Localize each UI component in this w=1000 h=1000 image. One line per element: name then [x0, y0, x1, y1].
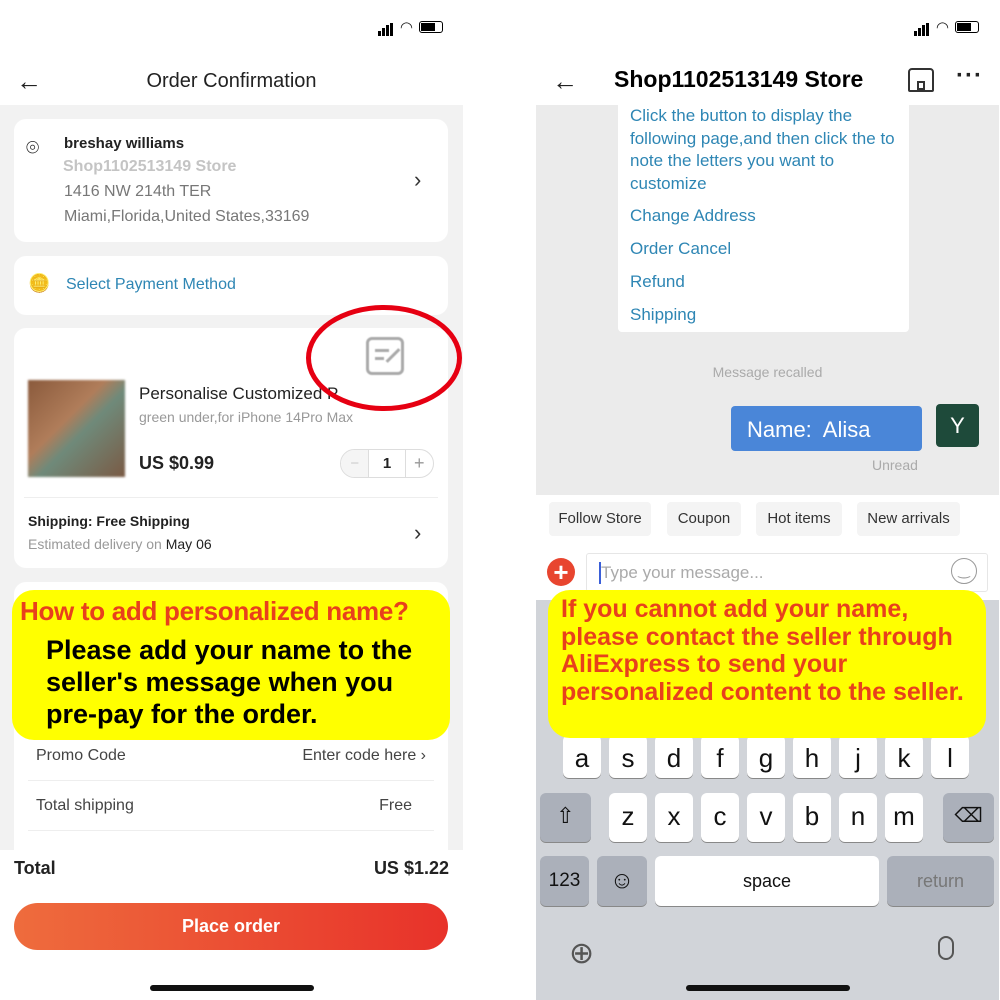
change-address-link[interactable]: Change Address	[630, 206, 756, 226]
home-indicator	[150, 985, 314, 991]
shipping-title: Shipping: Free Shipping	[28, 513, 190, 529]
sent-message-bubble: Name: Alisa	[731, 406, 922, 451]
callout-body: Please add your name to the seller's mes…	[46, 635, 413, 729]
home-indicator	[686, 985, 850, 991]
shift-key[interactable]: ⇧	[540, 793, 591, 842]
address-card[interactable]: ⌾ breshay williams Shop1102513149 Store …	[14, 119, 448, 242]
quantity-stepper[interactable]: − 1 +	[340, 449, 434, 478]
quantity-value[interactable]: 1	[368, 450, 406, 477]
order-confirmation-screen: ◠ ← Order Confirmation ⌾ breshay william…	[0, 0, 463, 1000]
decrease-button[interactable]: −	[341, 450, 369, 477]
backspace-key[interactable]: ⌫	[943, 793, 994, 842]
shipping-link[interactable]: Shipping	[630, 305, 696, 325]
signal-icon	[913, 18, 930, 36]
instruction-callout: If you cannot add your name, please cont…	[548, 590, 986, 738]
avatar[interactable]: Y	[936, 404, 979, 447]
microphone-icon[interactable]	[938, 936, 954, 960]
more-options-icon[interactable]: ···	[956, 62, 983, 90]
location-pin-icon: ⌾	[26, 135, 40, 160]
delivery-estimate-label: Estimated delivery on	[28, 536, 166, 552]
read-status: Unread	[872, 457, 918, 473]
key-k[interactable]: k	[885, 735, 923, 778]
key-a[interactable]: a	[563, 735, 601, 778]
address-line1: 1416 NW 214th TER	[64, 183, 212, 200]
wifi-icon: ◠	[399, 19, 413, 36]
status-bar: ◠	[377, 18, 443, 36]
total-value: US $1.22	[373, 858, 449, 878]
battery-icon	[419, 21, 443, 33]
key-s[interactable]: s	[609, 735, 647, 778]
key-d[interactable]: d	[655, 735, 693, 778]
coupon-chip[interactable]: Coupon	[667, 502, 741, 536]
new-arrivals-chip[interactable]: New arrivals	[857, 502, 960, 536]
place-order-button[interactable]: Place order	[14, 903, 448, 950]
chat-screen: ◠ ← Shop1102513149 Store ··· Click the b…	[536, 0, 999, 1000]
callout-title: How to add personalized name?	[20, 596, 409, 626]
key-b[interactable]: b	[793, 793, 831, 842]
page-title: Order Confirmation	[146, 70, 317, 92]
key-h[interactable]: h	[793, 735, 831, 778]
key-z[interactable]: z	[609, 793, 647, 842]
seller-message-text: Click the button to display the followin…	[630, 106, 895, 193]
store-icon[interactable]	[908, 68, 934, 92]
follow-store-chip[interactable]: Follow Store	[549, 502, 651, 536]
emoji-icon[interactable]: ‿	[951, 558, 977, 584]
key-m[interactable]: m	[885, 793, 923, 842]
hot-items-chip[interactable]: Hot items	[756, 502, 842, 536]
key-j[interactable]: j	[839, 735, 877, 778]
numbers-key[interactable]: 123	[540, 856, 589, 906]
increase-button[interactable]: +	[406, 450, 433, 477]
add-attachment-icon[interactable]: +	[547, 558, 575, 586]
total-shipping-label: Total shipping	[36, 797, 134, 814]
product-price: US $0.99	[139, 453, 215, 473]
divider	[24, 497, 438, 498]
address-line2: Miami,Florida,United States,33169	[64, 208, 310, 225]
promo-code-label: Promo Code	[36, 747, 126, 764]
recipient-name: breshay williams	[64, 135, 185, 152]
refund-link[interactable]: Refund	[630, 272, 685, 292]
product-title[interactable]: Personalise Customized P	[139, 384, 338, 404]
chat-title: Shop1102513149 Store	[614, 66, 864, 92]
highlight-circle	[306, 305, 462, 411]
order-cancel-link[interactable]: Order Cancel	[630, 239, 731, 259]
wifi-icon: ◠	[935, 19, 949, 36]
message-placeholder: Type your message...	[601, 563, 764, 582]
key-f[interactable]: f	[701, 735, 739, 778]
message-recalled-notice: Message recalled	[712, 364, 823, 380]
total-label: Total	[14, 858, 56, 878]
key-x[interactable]: x	[655, 793, 693, 842]
product-variant: green under,for iPhone 14Pro Max	[139, 409, 354, 425]
key-l[interactable]: l	[931, 735, 969, 778]
promo-code-placeholder: Enter code here	[302, 747, 417, 764]
total-shipping-value: Free	[379, 797, 412, 814]
status-bar: ◠	[913, 18, 979, 36]
return-key[interactable]: return	[887, 856, 994, 906]
instruction-callout: How to add personalized name? Please add…	[12, 590, 450, 740]
signal-icon	[377, 18, 394, 36]
payment-hand-icon: 🪙	[28, 273, 51, 293]
key-n[interactable]: n	[839, 793, 877, 842]
message-input[interactable]: Type your message... ‿	[586, 553, 988, 592]
divider	[28, 830, 434, 831]
key-g[interactable]: g	[747, 735, 785, 778]
back-arrow-icon[interactable]: ←	[552, 66, 578, 97]
select-payment-label: Select Payment Method	[66, 276, 236, 293]
chevron-right-icon: ›	[414, 167, 422, 192]
delivery-date: May 06	[165, 536, 212, 552]
key-c[interactable]: c	[701, 793, 739, 842]
globe-icon[interactable]: ⊕	[569, 936, 594, 971]
emoji-key-icon[interactable]: ☺	[597, 856, 647, 906]
store-name: Shop1102513149 Store	[63, 158, 237, 175]
battery-icon	[955, 21, 979, 33]
key-v[interactable]: v	[747, 793, 785, 842]
chevron-right-icon: ›	[414, 520, 422, 545]
divider	[28, 780, 434, 781]
space-key[interactable]: space	[655, 856, 879, 906]
callout-text: If you cannot add your name, please cont…	[561, 595, 964, 706]
product-image[interactable]	[28, 380, 125, 477]
promo-code-input[interactable]: Enter code here ›	[302, 747, 426, 765]
